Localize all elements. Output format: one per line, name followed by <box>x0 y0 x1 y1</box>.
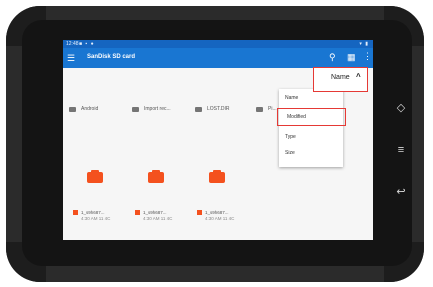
page-title: SanDisk SD card <box>87 54 136 60</box>
more-options-icon[interactable]: ⋮ <box>363 51 372 62</box>
folder-label: LOST.DIR <box>207 106 230 112</box>
folder-item[interactable]: Import rec... <box>132 104 171 114</box>
folder-icon <box>256 106 263 112</box>
file-thumbnail-icon[interactable] <box>148 170 164 183</box>
file-name: 1_s9h687... <box>205 210 229 215</box>
grid-view-icon[interactable]: ▦ <box>347 52 356 63</box>
file-item[interactable]: 1_s9h687... 4:30 AM 11 4C <box>73 210 110 222</box>
hamburger-icon[interactable]: ☰ <box>67 53 75 63</box>
search-icon[interactable]: ⚲ <box>329 52 336 63</box>
folder-label: Import rec... <box>144 106 171 112</box>
sort-option-modified[interactable]: Modified <box>277 108 346 126</box>
chevron-up-icon: ^ <box>356 72 361 81</box>
menu-key-icon[interactable]: ≡ <box>394 143 408 157</box>
status-right-icons: ▾ ▮ <box>359 41 369 47</box>
sort-dropdown-menu: Name Type Size <box>279 89 343 167</box>
file-item[interactable]: 1_s9h687... 4:30 AM 11 4C <box>135 210 172 222</box>
status-icons: ■ ▪ ● <box>79 41 95 47</box>
file-item[interactable]: 1_s9h687... 4:30 AM 11 4C <box>197 210 234 222</box>
status-bar: 12:48 ■ ▪ ● ▾ ▮ <box>63 40 373 48</box>
folder-icon <box>195 106 202 112</box>
sort-option-label: Modified <box>287 114 306 120</box>
file-thumbnail-icon[interactable] <box>209 170 225 183</box>
sort-by-name-button[interactable]: Name ^ <box>313 67 368 92</box>
status-time: 12:48 <box>66 41 79 47</box>
sort-option-size[interactable]: Size <box>285 150 295 156</box>
sort-button-label: Name <box>331 74 350 81</box>
app-bar: ☰ SanDisk SD card ⚲ ▦ ⋮ <box>63 48 373 68</box>
folder-label: Pi... <box>268 106 277 112</box>
file-date: 4:30 AM 11 4C <box>81 216 111 221</box>
file-thumbnail-icon[interactable] <box>87 170 103 183</box>
file-name: 1_s9h687... <box>143 210 167 215</box>
back-key-icon[interactable]: ↩ <box>394 185 408 199</box>
folder-icon <box>132 106 139 112</box>
folder-icon <box>69 106 76 112</box>
file-type-icon <box>135 210 140 215</box>
sort-option-name[interactable]: Name <box>285 95 298 101</box>
file-type-icon <box>73 210 78 215</box>
home-key-icon[interactable]: ◇ <box>394 101 408 115</box>
folder-item[interactable]: Pi... <box>256 104 277 114</box>
folder-item[interactable]: LOST.DIR <box>195 104 230 114</box>
file-name: 1_s9h687... <box>81 210 105 215</box>
folder-item[interactable]: Android <box>69 104 98 114</box>
file-date: 4:30 AM 11 4C <box>205 216 235 221</box>
sort-option-type[interactable]: Type <box>285 134 296 140</box>
file-type-icon <box>197 210 202 215</box>
folder-label: Android <box>81 106 99 112</box>
file-date: 4:30 AM 11 4C <box>143 216 173 221</box>
